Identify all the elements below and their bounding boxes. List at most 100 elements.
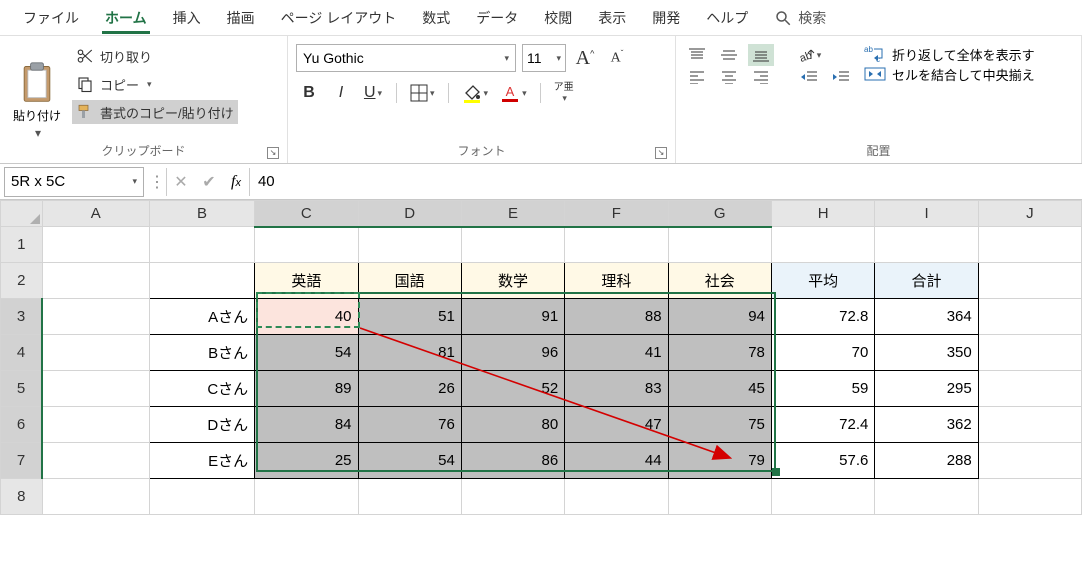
cell-J5[interactable]: [978, 371, 1081, 407]
cell-H4[interactable]: 70: [771, 335, 874, 371]
cell-C1[interactable]: [255, 227, 358, 263]
col-header-C[interactable]: C: [255, 201, 358, 227]
row-header-2[interactable]: 2: [1, 263, 43, 299]
cell-I3[interactable]: 364: [875, 299, 978, 335]
tab-review[interactable]: 校閲: [531, 0, 585, 36]
cell-F2[interactable]: 理科: [565, 263, 668, 299]
formula-input[interactable]: [250, 167, 1082, 197]
phonetic-button[interactable]: ア亜 ▾: [551, 80, 577, 106]
row-header-5[interactable]: 5: [1, 371, 43, 407]
tab-data[interactable]: データ: [463, 0, 531, 36]
row-header-3[interactable]: 3: [1, 299, 43, 335]
cell-G8[interactable]: [668, 479, 771, 515]
cell-G1[interactable]: [668, 227, 771, 263]
italic-button[interactable]: I: [328, 80, 354, 106]
font-size-combo[interactable]: 11 ▾: [522, 44, 566, 72]
drag-handle-icon[interactable]: ⋮: [148, 172, 166, 192]
cell-E5[interactable]: 52: [461, 371, 564, 407]
row-header-4[interactable]: 4: [1, 335, 43, 371]
cell-J1[interactable]: [978, 227, 1081, 263]
cell-E6[interactable]: 80: [461, 407, 564, 443]
cell-H1[interactable]: [771, 227, 874, 263]
cell-C4[interactable]: 54: [255, 335, 358, 371]
cell-E1[interactable]: [461, 227, 564, 263]
row-header-8[interactable]: 8: [1, 479, 43, 515]
select-all-corner[interactable]: [1, 201, 43, 227]
dialog-launcher-icon[interactable]: ↘: [655, 147, 667, 159]
cell-F4[interactable]: 41: [565, 335, 668, 371]
cell-E8[interactable]: [461, 479, 564, 515]
col-header-D[interactable]: D: [358, 201, 461, 227]
decrease-indent-button[interactable]: [796, 66, 822, 88]
decrease-font-button[interactable]: Aˇ: [604, 45, 630, 71]
cell-J4[interactable]: [978, 335, 1081, 371]
cell-F1[interactable]: [565, 227, 668, 263]
tab-developer[interactable]: 開発: [639, 0, 693, 36]
cell-C2[interactable]: 英語: [255, 263, 358, 299]
cell-G6[interactable]: 75: [668, 407, 771, 443]
cell-I8[interactable]: [875, 479, 978, 515]
cell-D7[interactable]: 54: [358, 443, 461, 479]
cell-B7[interactable]: Eさん: [149, 443, 254, 479]
cell-G3[interactable]: 94: [668, 299, 771, 335]
font-name-combo[interactable]: Yu Gothic ▾: [296, 44, 516, 72]
align-top-button[interactable]: [684, 44, 710, 66]
cell-E2[interactable]: 数学: [461, 263, 564, 299]
cell-J2[interactable]: [978, 263, 1081, 299]
col-header-J[interactable]: J: [978, 201, 1081, 227]
increase-indent-button[interactable]: [828, 66, 854, 88]
row-header-1[interactable]: 1: [1, 227, 43, 263]
bold-button[interactable]: B: [296, 80, 322, 106]
cell-H7[interactable]: 57.6: [771, 443, 874, 479]
cancel-formula-button[interactable]: ✕: [167, 172, 195, 192]
cell-I7[interactable]: 288: [875, 443, 978, 479]
cell-C7[interactable]: 25: [255, 443, 358, 479]
cell-A5[interactable]: [42, 371, 149, 407]
col-header-F[interactable]: F: [565, 201, 668, 227]
cell-B3[interactable]: Aさん: [149, 299, 254, 335]
cell-J3[interactable]: [978, 299, 1081, 335]
cell-F3[interactable]: 88: [565, 299, 668, 335]
cell-A3[interactable]: [42, 299, 149, 335]
increase-font-button[interactable]: A^: [572, 45, 598, 71]
cell-E3[interactable]: 91: [461, 299, 564, 335]
grid[interactable]: ABCDEFGHIJ12英語国語数学理科社会平均合計3Aさん4051918894…: [0, 200, 1082, 515]
cell-A8[interactable]: [42, 479, 149, 515]
cell-B4[interactable]: Bさん: [149, 335, 254, 371]
cell-D4[interactable]: 81: [358, 335, 461, 371]
cell-G2[interactable]: 社会: [668, 263, 771, 299]
cell-B8[interactable]: [149, 479, 254, 515]
col-header-B[interactable]: B: [149, 201, 254, 227]
cell-G4[interactable]: 78: [668, 335, 771, 371]
fx-icon[interactable]: fx: [223, 173, 249, 191]
align-left-button[interactable]: [684, 66, 710, 88]
cell-H8[interactable]: [771, 479, 874, 515]
cell-D2[interactable]: 国語: [358, 263, 461, 299]
cell-H6[interactable]: 72.4: [771, 407, 874, 443]
cell-E7[interactable]: 86: [461, 443, 564, 479]
cell-C6[interactable]: 84: [255, 407, 358, 443]
tab-layout[interactable]: ページ レイアウト: [268, 0, 410, 36]
cell-B1[interactable]: [149, 227, 254, 263]
align-middle-button[interactable]: [716, 44, 742, 66]
cell-A6[interactable]: [42, 407, 149, 443]
cell-F8[interactable]: [565, 479, 668, 515]
cell-F6[interactable]: 47: [565, 407, 668, 443]
col-header-H[interactable]: H: [771, 201, 874, 227]
cell-C3[interactable]: 40: [255, 299, 358, 335]
tab-search[interactable]: 検索: [761, 0, 839, 36]
format-painter-button[interactable]: 書式のコピー/貼り付け: [72, 100, 238, 124]
cell-J6[interactable]: [978, 407, 1081, 443]
orientation-button[interactable]: ab ▾: [796, 44, 822, 66]
cell-J7[interactable]: [978, 443, 1081, 479]
cell-C5[interactable]: 89: [255, 371, 358, 407]
tab-draw[interactable]: 描画: [214, 0, 268, 36]
align-right-button[interactable]: [748, 66, 774, 88]
cell-G5[interactable]: 45: [668, 371, 771, 407]
col-header-A[interactable]: A: [42, 201, 149, 227]
tab-home[interactable]: ホーム: [92, 0, 160, 36]
cell-C8[interactable]: [255, 479, 358, 515]
copy-button[interactable]: コピー ▾: [72, 72, 238, 96]
cell-A4[interactable]: [42, 335, 149, 371]
cell-I4[interactable]: 350: [875, 335, 978, 371]
